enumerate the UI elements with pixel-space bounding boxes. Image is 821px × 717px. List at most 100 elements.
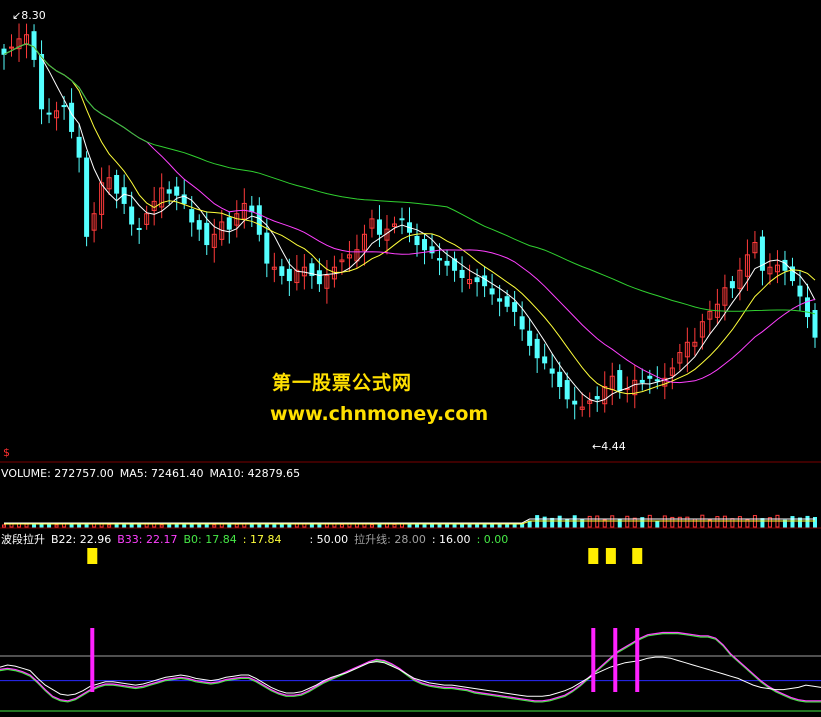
b0-value: B0: 17.84 <box>183 533 237 546</box>
b0-line <box>0 633 821 703</box>
candle-body <box>166 189 172 194</box>
candle-body <box>69 102 75 132</box>
volume-bar <box>32 523 37 528</box>
candle-body <box>31 31 37 60</box>
low-price-label: ←4.44 <box>592 440 626 453</box>
candle-body <box>482 275 488 287</box>
candle-body <box>437 258 443 261</box>
candle-body <box>489 288 495 295</box>
candle-body <box>534 338 540 359</box>
volume-bar <box>54 524 59 528</box>
candle-body <box>497 298 503 302</box>
volume-bar <box>692 518 697 528</box>
candle-body <box>797 285 803 297</box>
candle-body <box>114 174 120 194</box>
candle-body <box>512 302 518 312</box>
stock-chart-screen: ↙8.30 ←4.44 $ 第一股票公式网 www.chnmoney.com V… <box>0 0 821 717</box>
watermark-url: www.chnmoney.com <box>270 403 489 425</box>
high-marker: ↙ <box>12 9 22 22</box>
volume-bar <box>182 523 187 528</box>
b22-value: B22: 22.96 <box>51 533 112 546</box>
candle-body <box>249 205 255 213</box>
candle-body <box>812 310 818 338</box>
candle-body <box>474 277 480 283</box>
candle-body <box>264 232 270 264</box>
candle-body <box>527 330 533 346</box>
volume-bar <box>77 523 82 528</box>
volume-bar <box>527 520 532 528</box>
volume-value: VOLUME: 272757.00 <box>1 467 114 480</box>
b22-line <box>0 656 821 697</box>
candle-body <box>196 220 202 230</box>
signal-spike <box>90 628 95 692</box>
volume-bar <box>264 524 269 528</box>
candle-body <box>286 268 292 282</box>
candle-body <box>782 259 788 271</box>
watermark-title: 第一股票公式网 <box>272 372 413 394</box>
candle-body <box>572 400 578 405</box>
signal-spike <box>613 628 618 692</box>
candle-body <box>594 396 600 400</box>
signal-mark <box>588 548 599 564</box>
volume-bar <box>84 523 89 528</box>
candle-body <box>504 296 510 307</box>
volume-bar <box>595 515 600 528</box>
low-marker: ← <box>592 440 602 453</box>
volume-bar <box>805 515 810 528</box>
volume-bar <box>550 517 555 528</box>
lift-line-value: 拉升线: 28.00 <box>354 533 426 546</box>
candle-body <box>647 375 653 379</box>
candle-body <box>564 380 570 400</box>
candle-body <box>729 281 735 289</box>
volume-header: VOLUME: 272757.00 MA5: 72461.40 MA10: 4287… <box>1 467 300 480</box>
candle-body <box>136 227 142 230</box>
candle-body <box>414 235 420 246</box>
b33-value: B33: 22.17 <box>117 533 178 546</box>
volume-bar <box>625 515 630 528</box>
signal-spike <box>591 628 596 692</box>
volume-bar <box>129 523 134 528</box>
volume-bar <box>497 523 502 528</box>
volume-bar <box>107 524 112 528</box>
candle-body <box>61 105 67 108</box>
candle-body <box>189 209 195 223</box>
low-value: 4.44 <box>601 440 626 453</box>
indicator-panel <box>0 548 821 712</box>
candle-body <box>557 371 563 388</box>
price-panel <box>0 23 821 463</box>
volume-bar <box>715 516 720 528</box>
volume-bar <box>722 515 727 528</box>
candle-body <box>459 269 465 278</box>
candle-body <box>174 186 180 196</box>
volume-bar <box>212 524 217 528</box>
candle-body <box>376 219 382 235</box>
candle-body <box>279 266 285 276</box>
indicator-header: 波段拉升 B22: 22.96 B33: 22.17 B0: 17.84: 17.84… <box>1 531 508 547</box>
indicator-name: 波段拉升 <box>1 533 45 546</box>
candle-body <box>316 270 322 285</box>
candle-body <box>76 136 82 158</box>
candle-body <box>549 368 555 374</box>
volume-bar <box>655 521 660 528</box>
volume-panel <box>0 514 821 529</box>
volume-bar <box>475 524 480 528</box>
signal-mark <box>87 548 98 564</box>
candle-body <box>84 157 90 237</box>
volume-bar <box>339 523 344 528</box>
candle-body <box>444 260 450 266</box>
candle-body <box>129 206 135 225</box>
volume-bar <box>392 523 397 528</box>
volume-bar <box>737 516 742 528</box>
volume-bar <box>369 524 374 528</box>
candle-body <box>542 356 548 364</box>
candle-body <box>654 379 660 382</box>
volume-bar <box>287 523 292 528</box>
volume-bar <box>760 518 765 528</box>
candle-body <box>204 222 210 246</box>
chart-canvas[interactable] <box>0 0 821 717</box>
volume-bar <box>317 524 322 528</box>
signal-mark <box>605 548 616 564</box>
volume-bar <box>445 523 450 528</box>
signal-mark <box>632 548 643 564</box>
volume-ma10: MA10: 42879.65 <box>209 467 301 480</box>
